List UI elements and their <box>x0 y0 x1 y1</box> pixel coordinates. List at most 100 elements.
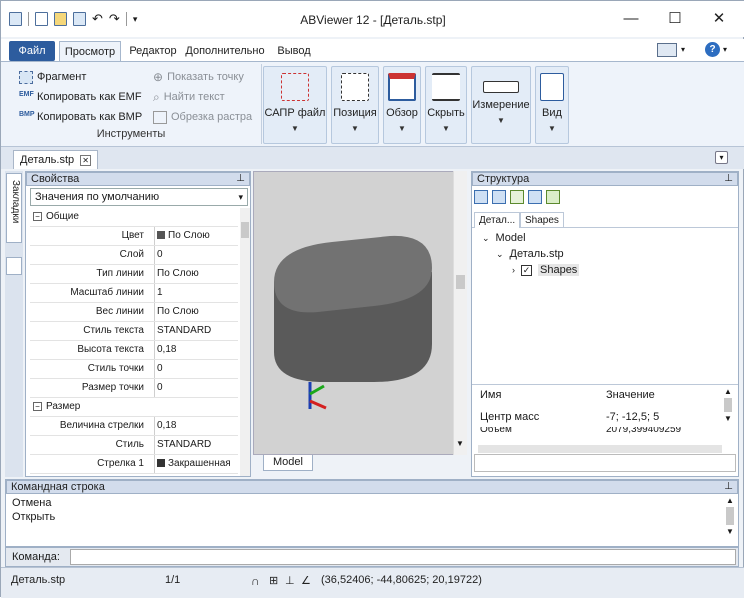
viewport-scrollbar[interactable]: ▼ <box>453 171 467 455</box>
list-view-icon[interactable] <box>474 190 488 204</box>
expand-icon[interactable]: ⌄ <box>482 233 490 244</box>
chevron-down-icon: ▾ <box>238 192 243 202</box>
tree-node-model[interactable]: ⌄ Model <box>482 232 526 244</box>
tab-output[interactable]: Вывод <box>271 41 317 61</box>
close-tab-icon[interactable]: ✕ <box>80 154 92 166</box>
position-button[interactable]: Позиция ▼ <box>331 66 379 144</box>
tab-list-icon[interactable]: ▾ <box>715 151 728 164</box>
fragment-icon <box>19 70 33 84</box>
copy-bmp-button[interactable]: BMP Копировать как BMP <box>19 108 142 126</box>
snap-icon[interactable]: ∩ <box>251 574 260 588</box>
properties-panel: Свойства ⊥ Значения по умолчанию ▾ − Общи… <box>25 171 251 477</box>
close-button[interactable]: ✕ <box>705 9 733 29</box>
document-tab[interactable]: Деталь.stp ✕ <box>13 150 99 169</box>
category-general[interactable]: − Общие <box>30 208 238 227</box>
scroll-up-icon[interactable]: ▲ <box>722 387 734 396</box>
collapse-icon[interactable]: − <box>33 402 42 411</box>
settings-icon[interactable] <box>546 190 560 204</box>
table-row[interactable]: Объём 2079,399409259 <box>472 427 722 437</box>
maximize-button[interactable]: ☐ <box>661 9 689 29</box>
layout-tab-model[interactable]: Model <box>263 455 313 471</box>
help-dropdown-icon[interactable]: ▾ <box>723 45 727 54</box>
show-point-button[interactable]: ⊕ Показать точку <box>153 68 244 86</box>
property-row[interactable]: Стрелка 1 Закрашенная <box>30 455 238 474</box>
tab-view[interactable]: Просмотр <box>59 41 121 61</box>
bmp-icon: BMP <box>19 110 35 118</box>
pin-icon[interactable]: ⊥ <box>236 173 245 185</box>
axis-y <box>309 384 325 396</box>
split-view-icon[interactable] <box>492 190 506 204</box>
info-edit-field[interactable] <box>474 454 736 472</box>
grid-icon[interactable]: ⊞ <box>269 574 278 587</box>
scrollbar-thumb[interactable] <box>456 275 465 289</box>
polar-icon[interactable]: ∠ <box>301 574 311 587</box>
checkbox[interactable]: ✓ <box>521 264 532 276</box>
collapse-arrow-icon[interactable]: › <box>512 265 515 275</box>
property-row[interactable]: Величина стрелки 0,18 <box>30 417 238 436</box>
structure-tabs: Детал... Shapes <box>472 212 738 228</box>
pin-icon[interactable]: ⊥ <box>724 173 733 185</box>
expand-icon[interactable]: ⌄ <box>496 249 504 260</box>
scrollbar-thumb[interactable] <box>241 222 249 238</box>
property-row[interactable]: Размер точки 0 <box>30 379 238 398</box>
title-bar: ↶ ↷ ▾ ABViewer 12 - [Деталь.stp] — ☐ ✕ <box>1 1 744 37</box>
view-icon <box>540 73 564 101</box>
view-button[interactable]: Вид ▼ <box>535 66 569 144</box>
hide-button[interactable]: Скрыть ▼ <box>425 66 467 144</box>
zoom-window-icon <box>341 73 369 101</box>
scroll-down-icon[interactable]: ▼ <box>722 414 734 423</box>
scroll-down-icon[interactable]: ▼ <box>724 527 736 536</box>
tab-editor[interactable]: Редактор <box>125 41 181 61</box>
command-scrollbar[interactable]: ▲ ▼ <box>724 496 736 546</box>
property-row[interactable]: Слой 0 <box>30 246 238 265</box>
fragment-button[interactable]: Фрагмент <box>19 68 86 86</box>
property-row[interactable]: Стиль точки 0 <box>30 360 238 379</box>
measure-button[interactable]: Измерение ▼ <box>471 66 531 144</box>
scrollbar-thumb[interactable] <box>726 507 734 525</box>
structure-panel: Структура ⊥ Детал... Shapes ⌄ Model ⌄ Де… <box>471 171 739 477</box>
pin-icon[interactable]: ⊥ <box>724 481 733 493</box>
scrollbar-thumb[interactable] <box>724 398 732 412</box>
chevron-down-icon: ▼ <box>291 124 299 133</box>
drawing-viewport[interactable] <box>253 171 467 455</box>
search-panel-icon[interactable] <box>6 257 22 275</box>
export-icon[interactable] <box>528 190 542 204</box>
property-row[interactable]: Вес линии По Слою <box>30 303 238 322</box>
scroll-down-icon[interactable]: ▼ <box>456 439 464 448</box>
find-text-button[interactable]: ⌕ Найти текст <box>153 88 225 106</box>
tab-bookmarks[interactable]: Закладки <box>6 173 22 243</box>
tab-file[interactable]: Файл <box>9 41 55 61</box>
property-row[interactable]: Масштаб линии 1 <box>30 284 238 303</box>
tree-node-file[interactable]: ⌄ Деталь.stp <box>496 248 564 260</box>
property-row[interactable]: Стиль текста STANDARD <box>30 322 238 341</box>
collapse-icon[interactable]: − <box>33 212 42 221</box>
scroll-up-icon[interactable]: ▲ <box>724 496 736 505</box>
property-row[interactable]: Тип линии По Слою <box>30 265 238 284</box>
tab-advanced[interactable]: Дополнительно <box>185 41 265 61</box>
document-tab-bar: Деталь.stp ✕ ▾ <box>1 147 744 169</box>
minimize-button[interactable]: — <box>617 9 645 29</box>
command-input[interactable] <box>70 549 736 565</box>
cad-file-button[interactable]: САПР файл ▼ <box>263 66 327 144</box>
category-dimension[interactable]: − Размер <box>30 398 238 417</box>
info-horizontal-scrollbar[interactable] <box>478 445 722 453</box>
info-scrollbar[interactable]: ▲ ▼ <box>722 387 734 445</box>
layout-icon[interactable] <box>657 43 677 57</box>
property-row[interactable]: Стиль STANDARD <box>30 436 238 455</box>
property-row[interactable]: Цвет По Слою <box>30 227 238 246</box>
structure-header: Структура ⊥ <box>472 172 738 186</box>
refresh-icon[interactable] <box>510 190 524 204</box>
crop-raster-button[interactable]: Обрезка растра <box>153 108 252 126</box>
table-row[interactable]: Центр масс -7; -12,5; 5 <box>472 411 722 425</box>
command-history: Отмена Открыть <box>12 497 56 523</box>
tab-shapes[interactable]: Shapes <box>520 212 564 228</box>
properties-preset-select[interactable]: Значения по умолчанию ▾ <box>30 188 248 206</box>
copy-emf-button[interactable]: EMF Копировать как EMF <box>19 88 142 106</box>
tree-node-shapes[interactable]: › ✓ Shapes <box>512 264 580 276</box>
tab-detail[interactable]: Детал... <box>474 212 521 228</box>
property-row[interactable]: Высота текста 0,18 <box>30 341 238 360</box>
overview-button[interactable]: Обзор ▼ <box>383 66 421 144</box>
properties-scrollbar[interactable] <box>240 208 250 476</box>
help-icon[interactable]: ? <box>705 42 720 57</box>
ortho-icon[interactable]: ⊥ <box>285 574 295 587</box>
